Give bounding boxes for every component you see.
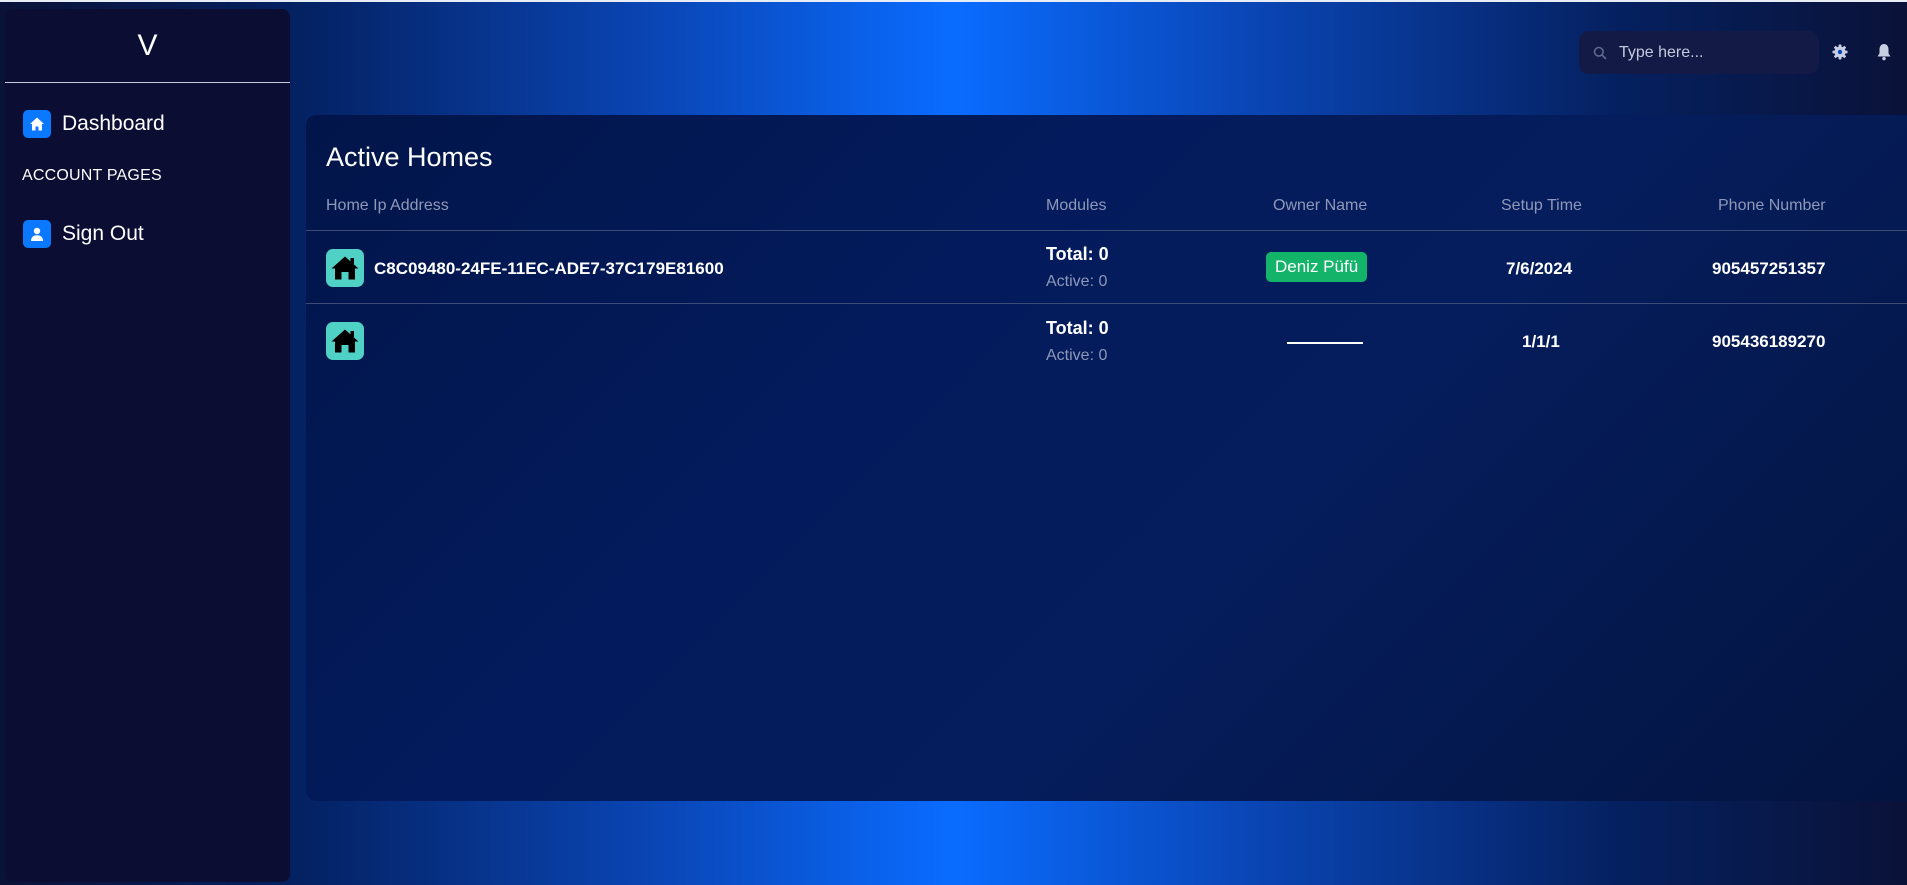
- phone-number: 905457251357: [1712, 259, 1826, 278]
- setup-time: 7/6/2024: [1506, 259, 1573, 278]
- modules-active: Active: 0: [1046, 273, 1108, 290]
- home-icon: [23, 110, 51, 138]
- user-icon: [23, 220, 51, 248]
- modules-total: Total: 0: [1046, 318, 1109, 338]
- sidebar-item-sign-out[interactable]: Sign Out: [23, 220, 144, 248]
- search-box[interactable]: [1579, 31, 1819, 74]
- sidebar-item-dashboard[interactable]: Dashboard: [23, 110, 165, 138]
- search-icon: [1593, 45, 1609, 61]
- row-divider: [306, 303, 1907, 304]
- modules-total: Total: 0: [1046, 244, 1109, 264]
- owner-name-empty-dash: [1287, 342, 1363, 344]
- bell-icon[interactable]: [1876, 43, 1894, 61]
- column-header-home-ip: Home Ip Address: [326, 197, 449, 214]
- sidebar-item-label: Dashboard: [62, 112, 165, 135]
- section-label-account-pages: ACCOUNT PAGES: [22, 167, 162, 184]
- search-input[interactable]: [1617, 42, 1811, 63]
- column-header-owner-name: Owner Name: [1273, 197, 1368, 214]
- phone-number: 905436189270: [1712, 332, 1826, 351]
- gear-icon[interactable]: [1831, 43, 1849, 61]
- setup-time: 1/1/1: [1522, 332, 1560, 351]
- sidebar-item-label: Sign Out: [62, 222, 144, 245]
- top-border: [0, 0, 1907, 2]
- active-homes-panel: Active Homes Home Ip Address Modules Own…: [306, 115, 1907, 801]
- owner-name-badge: Deniz Püfü: [1266, 252, 1368, 282]
- table-header-divider: [306, 230, 1907, 231]
- column-header-setup-time: Setup Time: [1501, 197, 1582, 214]
- sidebar: V Dashboard ACCOUNT PAGES Sign Out: [5, 9, 290, 882]
- page-title: Active Homes: [326, 142, 493, 172]
- home-icon: [326, 249, 364, 287]
- home-icon: [326, 322, 364, 360]
- home-ip-address: C8C09480-24FE-11EC-ADE7-37C179E81600: [374, 259, 724, 278]
- modules-active: Active: 0: [1046, 347, 1108, 364]
- column-header-phone-number: Phone Number: [1718, 197, 1826, 214]
- brand-logo[interactable]: V: [5, 9, 290, 83]
- column-header-modules: Modules: [1046, 197, 1107, 214]
